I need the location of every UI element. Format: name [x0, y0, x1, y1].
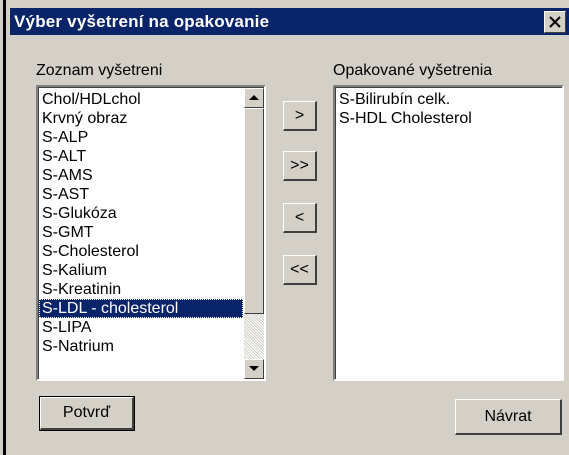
add-one-label: > [294, 107, 305, 124]
list-item[interactable]: S-LDL - cholesterol [39, 299, 243, 318]
remove-all-label: << [290, 261, 309, 278]
list-item[interactable]: S-Bilirubín celk. [336, 90, 562, 109]
repeat-list-label: Opakované vyšetrenia [333, 62, 493, 79]
available-list-items: Chol/HDLchol Krvný obraz S-ALP S-ALT S-AMS S-… [39, 90, 243, 356]
list-item[interactable]: S-ALT [39, 147, 243, 166]
list-item[interactable]: S-AMS [39, 166, 243, 185]
available-list-label: Zoznam vyšetreni [36, 62, 163, 79]
back-button[interactable]: Návrat [455, 399, 562, 435]
confirm-label: Potvrď [62, 404, 111, 421]
remove-one-label: < [294, 209, 305, 226]
list-item[interactable]: Chol/HDLchol [39, 90, 243, 109]
close-button[interactable] [544, 11, 566, 33]
scroll-up-button[interactable] [244, 88, 264, 108]
list-item[interactable]: S-Kalium [39, 261, 243, 280]
available-tests-list[interactable]: Chol/HDLchol Krvný obraz S-ALP S-ALT S-AMS S-… [36, 85, 266, 381]
window-left-edge [0, 0, 10, 455]
available-list-inner: Chol/HDLchol Krvný obraz S-ALP S-ALT S-AMS S-… [38, 87, 264, 379]
add-one-button[interactable]: > [283, 101, 317, 131]
remove-one-button[interactable]: < [283, 203, 317, 233]
repeat-list-items: S-Bilirubín celk. S-HDL Cholesterol [336, 90, 562, 128]
vertical-scrollbar[interactable] [244, 88, 264, 379]
list-item[interactable]: S-GMT [39, 223, 243, 242]
back-label: Návrat [484, 408, 532, 425]
arrow-up-icon [249, 95, 259, 100]
arrow-down-icon [249, 366, 259, 371]
window-title: Výber vyšetrení na opakovanie [14, 12, 270, 31]
title-bar[interactable]: Výber vyšetrení na opakovanie [10, 8, 569, 35]
list-item[interactable]: S-LIPA [39, 318, 243, 337]
scroll-down-button[interactable] [244, 359, 264, 379]
remove-all-button[interactable]: << [283, 255, 317, 285]
list-item[interactable]: S-HDL Cholesterol [336, 109, 562, 128]
edge-line [3, 0, 6, 455]
add-all-button[interactable]: >> [283, 151, 317, 181]
close-icon [549, 16, 561, 28]
scroll-thumb[interactable] [244, 108, 264, 314]
list-item[interactable]: S-Glukóza [39, 204, 243, 223]
list-item[interactable]: S-Cholesterol [39, 242, 243, 261]
list-item[interactable]: S-ALP [39, 128, 243, 147]
list-item[interactable]: S-Kreatinin [39, 280, 243, 299]
confirm-button[interactable]: Potvrď [39, 396, 135, 431]
repeat-tests-list[interactable]: S-Bilirubín celk. S-HDL Cholesterol [333, 85, 564, 381]
list-item[interactable]: S-Natrium [39, 337, 243, 356]
repeat-list-inner: S-Bilirubín celk. S-HDL Cholesterol [335, 87, 562, 379]
list-item[interactable]: Krvný obraz [39, 109, 243, 128]
list-item[interactable]: S-AST [39, 185, 243, 204]
add-all-label: >> [290, 157, 309, 174]
